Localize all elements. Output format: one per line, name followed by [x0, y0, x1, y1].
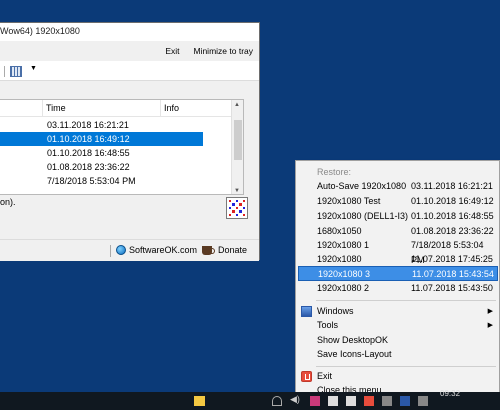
website-link[interactable]: SoftwareOK.com: [116, 245, 197, 255]
exit-item[interactable]: Exit: [297, 369, 499, 384]
desktopok-logo-icon[interactable]: [226, 197, 248, 219]
submenu-arrow-icon: ▶: [487, 322, 493, 329]
tray-app-icon[interactable]: [418, 396, 428, 406]
list-row[interactable]: 01.10.2018 16:48:55: [0, 146, 232, 160]
window-icon: [301, 306, 312, 317]
tray-app-icon[interactable]: [310, 396, 320, 406]
dropdown-arrow-icon[interactable]: ▼: [30, 65, 37, 72]
toolbar-separator: [4, 66, 5, 77]
tray-context-menu: Restore: Auto-Save 1920x1080 03.11.2018 1…: [295, 160, 500, 400]
desktopok-window: Wow64) 1920x1080 Exit Minimize to tray ▼…: [0, 22, 260, 261]
column-header-name[interactable]: [0, 100, 43, 117]
menu-bar: Exit Minimize to tray: [165, 46, 253, 56]
scroll-up-icon[interactable]: ▲: [234, 102, 240, 108]
restore-layout-item[interactable]: 1920x1080 2 11.07.2018 15:43:50: [297, 281, 499, 296]
restore-layout-item[interactable]: 1920x1080 1 7/18/2018 5:53:04 PM: [297, 238, 499, 265]
tray-app-icon[interactable]: [400, 396, 410, 406]
restore-layout-item[interactable]: 1920x1080 (DELL1-I3) 01.10.2018 16:48:55: [297, 209, 499, 224]
calendar-icon[interactable]: [10, 66, 22, 77]
restore-layout-item[interactable]: 1920x1080 Test 01.10.2018 16:49:12: [297, 194, 499, 209]
row-time: 7/18/2018 5:53:04 PM: [47, 176, 136, 186]
column-header-info[interactable]: Info: [161, 100, 232, 117]
layout-list[interactable]: Time Info 03.11.2018 16:21:21 01.10.2018…: [0, 99, 244, 195]
restore-layout-item-highlighted[interactable]: 1920x1080 3 11.07.2018 15:43:54: [298, 266, 498, 281]
row-time: 01.10.2018 16:48:55: [47, 148, 130, 158]
coffee-icon: [202, 245, 215, 255]
tray-app-icon[interactable]: [382, 396, 392, 406]
globe-icon: [116, 245, 126, 255]
toolbar: ▼: [0, 61, 259, 81]
restore-layout-item[interactable]: 1680x1050 01.08.2018 23:36:22: [297, 224, 499, 239]
website-label: SoftwareOK.com: [129, 245, 198, 255]
title-bar[interactable]: Wow64) 1920x1080: [0, 23, 259, 41]
status-text: on).: [0, 197, 16, 207]
windows-submenu[interactable]: Windows ▶: [297, 304, 499, 319]
show-desktopok-item[interactable]: Show DesktopOK: [297, 333, 499, 348]
window-title: Wow64) 1920x1080: [0, 26, 80, 36]
restore-layout-item[interactable]: 1920x1080 11.07.2018 17:45:25: [297, 252, 499, 267]
clock[interactable]: 09:32: [440, 389, 460, 398]
list-rows: 03.11.2018 16:21:21 01.10.2018 16:49:12 …: [0, 118, 232, 188]
row-time: 01.08.2018 23:36:22: [47, 162, 130, 172]
tray-app-icon[interactable]: [364, 396, 374, 406]
exit-icon: [301, 371, 312, 382]
restore-header: Restore:: [317, 167, 352, 177]
list-row[interactable]: 01.08.2018 23:36:22: [0, 160, 232, 174]
column-header-time[interactable]: Time: [43, 100, 161, 117]
tools-submenu[interactable]: Tools ▶: [297, 318, 499, 333]
restore-layout-item[interactable]: Auto-Save 1920x1080 03.11.2018 16:21:21: [297, 179, 499, 194]
minimize-to-tray-menu-item[interactable]: Minimize to tray: [193, 46, 253, 56]
scroll-down-icon[interactable]: ▼: [234, 188, 240, 194]
list-header: Time Info: [0, 100, 232, 117]
tray-app-icon[interactable]: [346, 396, 356, 406]
donate-link[interactable]: Donate: [202, 245, 247, 255]
tray-app-icon[interactable]: [328, 396, 338, 406]
row-time: 01.10.2018 16:49:12: [43, 132, 203, 146]
donate-label: Donate: [218, 245, 248, 255]
volume-icon[interactable]: ◀): [290, 394, 300, 404]
taskbar: ◀) 09:32: [0, 389, 500, 410]
footer-bar: SoftwareOK.com Donate: [0, 239, 259, 261]
footer-separator: [110, 245, 111, 257]
exit-menu-item[interactable]: Exit: [165, 46, 179, 56]
list-scrollbar[interactable]: ▲ ▼: [231, 100, 243, 194]
submenu-arrow-icon: ▶: [487, 308, 493, 315]
row-time: 03.11.2018 16:21:21: [47, 120, 129, 130]
menu-separator: [316, 366, 496, 367]
list-row-selected[interactable]: 01.10.2018 16:49:12: [0, 132, 232, 146]
list-row[interactable]: 7/18/2018 5:53:04 PM: [0, 174, 232, 188]
menu-separator: [316, 300, 496, 301]
save-icons-layout-item[interactable]: Save Icons-Layout: [297, 347, 499, 362]
scroll-thumb[interactable]: [234, 120, 242, 160]
list-row[interactable]: 03.11.2018 16:21:21: [0, 118, 232, 132]
network-icon[interactable]: [272, 396, 282, 406]
file-explorer-icon[interactable]: [194, 396, 205, 406]
